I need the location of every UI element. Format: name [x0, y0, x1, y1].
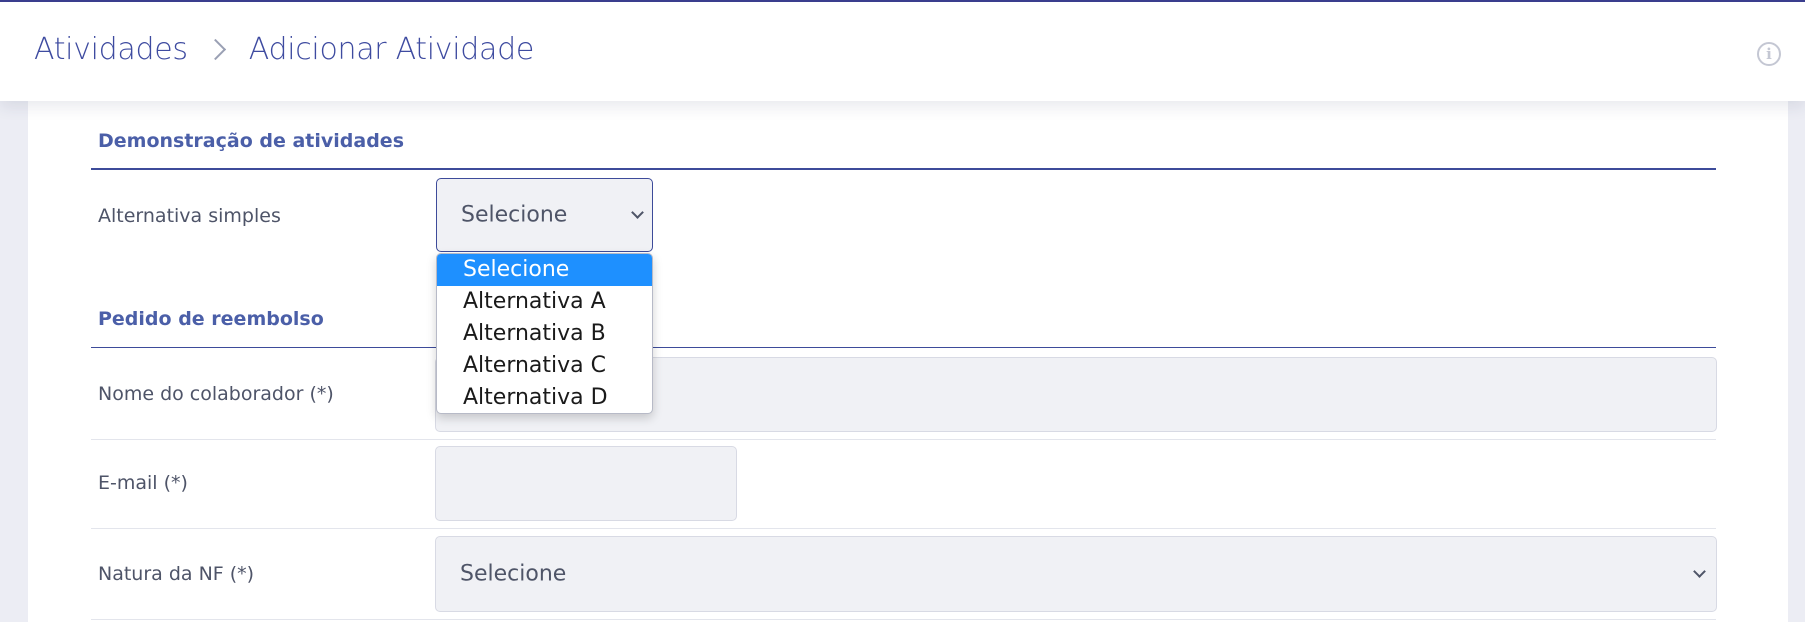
- chevron-down-icon: [631, 206, 644, 219]
- row-divider: [91, 439, 1716, 440]
- alternativa-simples-label: Alternativa simples: [98, 205, 281, 227]
- page-header: Atividades Adicionar Atividade i: [0, 2, 1805, 101]
- chevron-down-icon: [1693, 565, 1706, 578]
- section-title-reembolso: Pedido de reembolso: [98, 308, 324, 330]
- nome-colaborador-label: Nome do colaborador (*): [98, 383, 334, 405]
- natura-nf-select[interactable]: Selecione: [435, 536, 1717, 612]
- section-divider: [91, 168, 1716, 170]
- alternativa-simples-options: Selecione Alternativa A Alternativa B Al…: [436, 253, 653, 414]
- alternativa-simples-select[interactable]: Selecione: [436, 178, 653, 252]
- option-alternativa-d[interactable]: Alternativa D: [437, 382, 652, 413]
- option-alternativa-a[interactable]: Alternativa A: [437, 286, 652, 318]
- alternativa-simples-value: Selecione: [461, 202, 568, 228]
- email-input[interactable]: [435, 446, 737, 521]
- breadcrumb: Atividades Adicionar Atividade: [34, 32, 534, 67]
- option-alternativa-b[interactable]: Alternativa B: [437, 318, 652, 350]
- chevron-right-icon: [204, 38, 226, 61]
- info-icon[interactable]: i: [1757, 42, 1781, 66]
- section-title-demo: Demonstração de atividades: [98, 130, 405, 152]
- row-divider: [91, 619, 1716, 620]
- row-divider: [91, 528, 1716, 529]
- breadcrumb-current: Adicionar Atividade: [248, 32, 535, 67]
- option-selecione[interactable]: Selecione: [437, 254, 652, 286]
- breadcrumb-parent-link[interactable]: Atividades: [34, 32, 188, 67]
- email-label: E-mail (*): [98, 472, 188, 494]
- option-alternativa-c[interactable]: Alternativa C: [437, 350, 652, 382]
- natura-nf-label: Natura da NF (*): [98, 563, 255, 585]
- section-divider: [91, 347, 1716, 348]
- natura-nf-value: Selecione: [460, 561, 567, 587]
